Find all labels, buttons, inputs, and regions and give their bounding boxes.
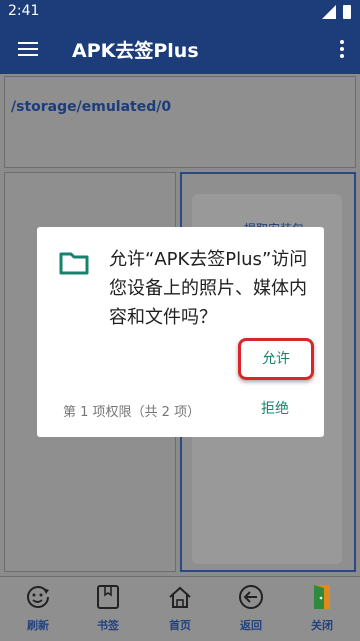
folder-icon bbox=[59, 252, 89, 275]
allow-button[interactable]: 允许 bbox=[238, 338, 314, 380]
permission-count: 第 1 项权限（共 2 项） bbox=[63, 405, 201, 420]
permission-dialog: 允许“APK去签Plus”访问您设备上的照片、媒体内容和文件吗？ 允许 第 1 … bbox=[37, 227, 324, 437]
permission-message: 允许“APK去签Plus”访问您设备上的照片、媒体内容和文件吗？ bbox=[109, 249, 308, 328]
deny-button[interactable]: 拒绝 bbox=[255, 397, 295, 421]
